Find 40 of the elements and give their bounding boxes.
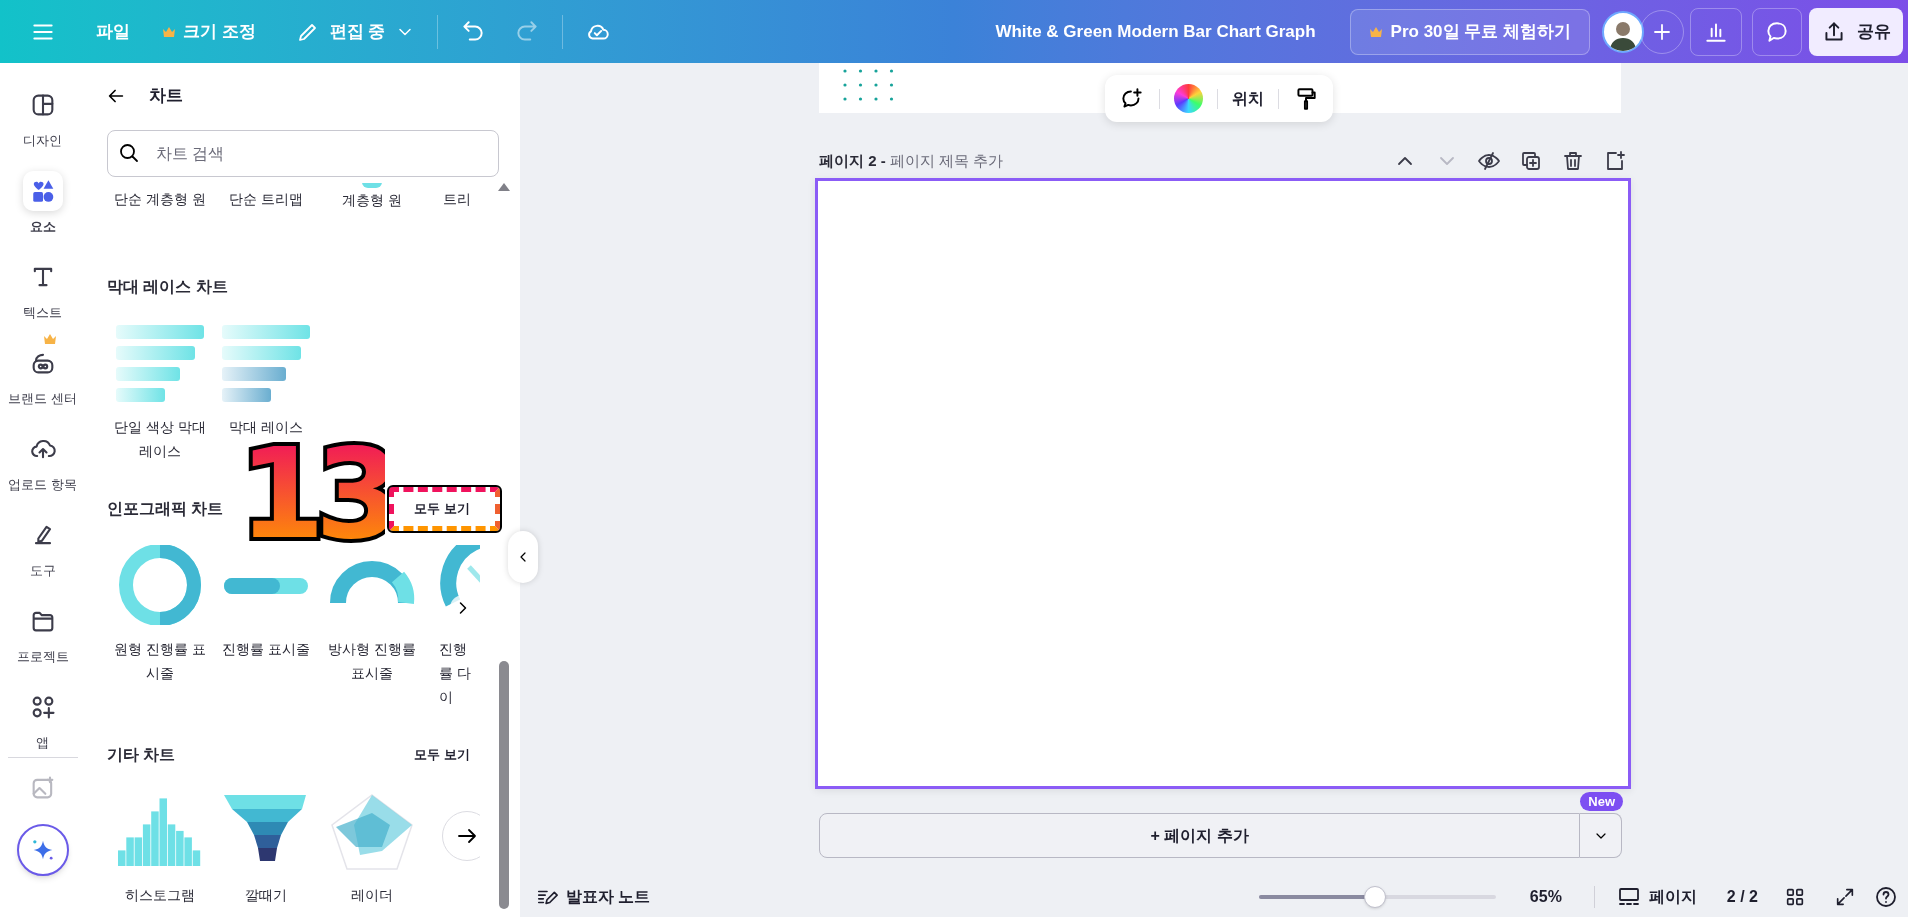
chart-label[interactable]: 트리 <box>443 189 471 210</box>
see-all-link[interactable]: 모두 보기 <box>414 499 470 519</box>
chart-label[interactable]: 막대 레이스 <box>220 415 312 439</box>
chart-label[interactable]: 진행률 다이 <box>439 637 479 709</box>
sidebar-item[interactable]: 도구 <box>2 505 83 591</box>
chart-label[interactable]: 계층형 원 <box>342 190 402 211</box>
add-page-button[interactable]: + 페이지 추가 <box>819 813 1580 858</box>
chart-label[interactable]: 단일 색상 막대 레이스 <box>114 415 206 463</box>
chart-label[interactable]: 진행률 표시줄 <box>220 637 312 661</box>
sidebar-item[interactable]: 요소 <box>2 161 83 247</box>
chart-label[interactable]: 방사형 진행률 표시줄 <box>326 637 418 685</box>
zoom-level[interactable]: 65% <box>1529 884 1566 909</box>
see-all-link[interactable]: 모두 보기 <box>414 745 470 765</box>
document-title[interactable]: White & Green Modern Bar Chart Graph <box>995 18 1316 45</box>
presenter-notes-button[interactable]: 발표자 노트 <box>536 884 651 909</box>
chart-label[interactable]: 깔때기 <box>220 883 312 907</box>
sidebar-item[interactable]: 디자인 <box>2 75 83 161</box>
section-title: 기타 차트 <box>107 745 176 765</box>
chart-label[interactable]: 원형 진행률 표시줄 <box>114 637 206 685</box>
new-badge: New <box>1580 792 1623 811</box>
page-count: 2 / 2 <box>1726 886 1758 907</box>
section-title: 막대 레이스 차트 <box>107 277 228 297</box>
section-title: 인포그래픽 차트 <box>107 499 224 519</box>
step-number: 13 <box>245 441 385 545</box>
sidebar-item[interactable]: 브랜드 센터 <box>2 333 83 419</box>
page-label[interactable]: 페이지 2 - 페이지 제목 추가 <box>819 149 1004 173</box>
position-button[interactable]: 위치 <box>1232 86 1264 111</box>
sidebar-item[interactable]: 업로드 항목 <box>2 419 83 505</box>
pro-trial-button[interactable]: Pro 30일 무료 체험하기 <box>1349 8 1590 55</box>
panel-title: 차트 <box>149 85 183 108</box>
chart-label[interactable]: 레이더 <box>326 883 418 907</box>
search-field[interactable]: 차트 검색 <box>107 130 499 177</box>
share-button[interactable]: 공유 <box>1809 7 1903 56</box>
sidebar-item[interactable]: 앱 <box>2 677 83 763</box>
chart-label[interactable]: 단순 트리맵 <box>229 189 303 210</box>
sidebar-item[interactable]: 프로젝트 <box>2 591 83 677</box>
sidebar-item[interactable]: 텍스트 <box>2 247 83 333</box>
chart-label[interactable]: 단순 계층형 원 <box>114 189 206 210</box>
chart-label[interactable]: 히스토그램 <box>114 883 206 907</box>
pages-button[interactable]: 페이지 <box>1616 884 1697 909</box>
